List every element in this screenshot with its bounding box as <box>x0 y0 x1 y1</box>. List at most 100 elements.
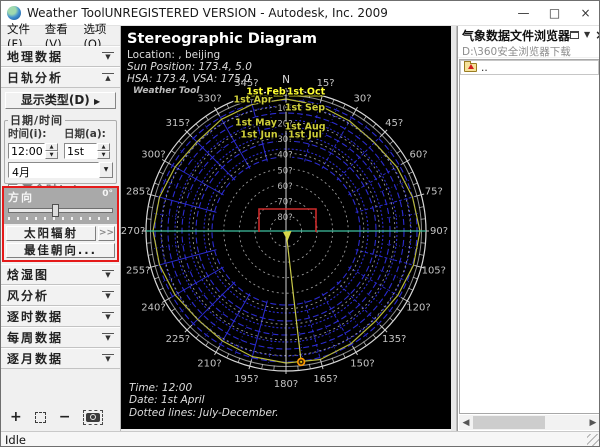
altitude-label: 40? <box>277 151 292 161</box>
month-label: 1st Jul <box>288 130 322 141</box>
azimuth-label: 315? <box>166 118 190 129</box>
section-label: 风分析 <box>7 289 49 303</box>
azimuth-label: 135? <box>382 334 406 345</box>
file-list[interactable]: .. <box>459 59 600 414</box>
maximize-button[interactable]: □ <box>539 1 570 26</box>
section-monthly-data[interactable]: ▼ 逐月数据 <box>1 348 120 369</box>
section-weekly-data[interactable]: ▼ 每周数据 <box>1 327 120 348</box>
azimuth-label: 300? <box>141 150 165 161</box>
azimuth-label: 270? <box>121 226 145 237</box>
month-label: 1st Jun <box>240 130 277 141</box>
azimuth-label: 90? <box>430 226 448 237</box>
panel-close-icon[interactable]: × <box>595 29 600 41</box>
zoom-in-icon[interactable]: + <box>10 410 22 424</box>
orientation-value: 0° <box>102 189 113 205</box>
time-stepper[interactable]: 12:00 ▲▼ <box>8 143 58 159</box>
display-type-label: 显示类型(D) <box>21 93 90 107</box>
diagram-hsa-vsa: HSA: 173.4, VSA: 175.0 <box>127 73 317 85</box>
time-value[interactable]: 12:00 <box>8 143 45 159</box>
browser-path: D:\360安全浏览器下载 <box>458 44 600 58</box>
sun-arrow <box>283 231 292 241</box>
section-label: 焓湿图 <box>7 268 49 282</box>
diagram-title: Stereographic Diagram <box>127 31 317 47</box>
scroll-right-icon[interactable]: ▶ <box>586 418 600 428</box>
menu-bar: 文件(F) 查看(V) 选项(O) <box>1 26 120 46</box>
screenshot-camera-icon[interactable] <box>83 410 103 425</box>
orientation-highlight-box: 方向 0° 太阳辐射 >> 最佳朝向... <box>2 186 119 262</box>
section-sun-path-analysis[interactable]: ▲ 日轨分析 <box>1 67 120 88</box>
list-item-parent-dir[interactable]: .. <box>460 60 599 75</box>
altitude-label: 70? <box>277 197 292 207</box>
scrollbar-thumb[interactable] <box>473 416 545 429</box>
resize-grip[interactable] <box>587 434 600 447</box>
right-arrow-icon: ▶ <box>94 97 100 106</box>
section-label: 地理数据 <box>7 50 63 64</box>
diagram-header: Stereographic Diagram Location: , beijin… <box>127 31 317 96</box>
azimuth-label: 120? <box>406 303 430 314</box>
section-label: 日轨分析 <box>7 71 63 85</box>
status-bar: Idle <box>1 431 600 447</box>
zoom-out-icon[interactable]: − <box>59 410 71 424</box>
display-type-button[interactable]: 显示类型(D) ▶ <box>5 92 116 109</box>
section-hourly-data[interactable]: ▼ 逐时数据 <box>1 306 120 327</box>
chevron-down-icon[interactable]: ▼ <box>584 31 590 39</box>
section-wind-analysis[interactable]: ▼ 风分析 <box>1 285 120 306</box>
date-value[interactable]: 1st <box>64 143 97 159</box>
window-content: 文件(F) 查看(V) 选项(O) ▼ 地理数据 ▲ 日轨分析 显示类型(D) … <box>1 26 600 431</box>
collapse-icon: ▼ <box>102 52 114 62</box>
app-icon <box>7 6 21 20</box>
slider-thumb[interactable] <box>52 204 59 217</box>
collapse-icon: ▼ <box>102 333 114 343</box>
best-orientation-button[interactable]: 最佳朝向... <box>6 243 115 258</box>
orientation-slider[interactable] <box>8 208 113 213</box>
panel-title: 气象数据文件浏览器 <box>462 27 570 44</box>
footer-time: Time: 12:00 <box>129 382 279 395</box>
azimuth-label: 105? <box>422 266 446 277</box>
azimuth-label: 60? <box>409 150 427 161</box>
weather-file-browser-panel: 气象数据文件浏览器 ▼ × D:\360安全浏览器下载 .. ◀ ▶ <box>457 26 600 431</box>
date-up-icon[interactable]: ▲ <box>97 143 110 151</box>
diagram-location: Location: , beijing <box>127 49 317 61</box>
zoom-toolbar: + − <box>1 405 120 429</box>
scroll-left-icon[interactable]: ◀ <box>459 418 473 428</box>
close-button[interactable]: × <box>570 1 600 26</box>
azimuth-label: 45? <box>385 118 403 129</box>
window-title: Weather ToolUNREGISTERED VERSION - Autod… <box>27 6 388 20</box>
sun-direction-line <box>286 231 301 362</box>
chevron-down-icon[interactable]: ▼ <box>99 162 113 178</box>
section-label: 每周数据 <box>7 331 63 345</box>
date-down-icon[interactable]: ▼ <box>97 151 110 159</box>
section-label: 逐月数据 <box>7 352 63 366</box>
slider-ticks <box>8 217 113 220</box>
month-label: 1st Sep <box>285 103 325 114</box>
time-up-icon[interactable]: ▲ <box>45 143 58 151</box>
zoom-extents-icon[interactable] <box>35 412 46 423</box>
date-time-group: 日期/时间 时间(i): 日期(a): 12:00 ▲▼ 1st ▲▼ <box>4 112 117 184</box>
app-window: Weather ToolUNREGISTERED VERSION - Autod… <box>0 0 600 447</box>
date-label: 日期(a): <box>64 126 106 141</box>
diagram-sun-position: Sun Position: 173.4, 5.0 <box>127 61 317 73</box>
expand-button[interactable]: >> <box>98 226 115 241</box>
item-label: .. <box>481 62 488 74</box>
azimuth-label: 150? <box>350 359 374 370</box>
solar-radiation-button[interactable]: 太阳辐射 <box>6 226 96 241</box>
float-window-icon[interactable] <box>570 31 579 39</box>
month-value: 4月 <box>8 162 99 178</box>
stereographic-diagram-area[interactable]: 10?20?30?40?50?60?70?80?N15?30?45?60?75?… <box>121 26 451 429</box>
minimize-button[interactable]: — <box>508 1 539 26</box>
azimuth-label: 30? <box>353 93 371 104</box>
time-down-icon[interactable]: ▼ <box>45 151 58 159</box>
section-psychrometric-chart[interactable]: ▼ 焓湿图 <box>1 264 120 285</box>
date-stepper[interactable]: 1st ▲▼ <box>64 143 110 159</box>
month-dropdown[interactable]: 4月 ▼ <box>8 162 113 178</box>
azimuth-label: 240? <box>141 303 165 314</box>
collapse-icon: ▼ <box>102 291 114 301</box>
horizontal-scrollbar[interactable]: ◀ ▶ <box>459 415 600 430</box>
azimuth-label: 225? <box>166 334 190 345</box>
section-geographic-data[interactable]: ▼ 地理数据 <box>1 46 120 67</box>
collapse-icon: ▼ <box>102 354 114 364</box>
folder-up-icon <box>464 63 477 72</box>
time-label: 时间(i): <box>8 126 64 141</box>
azimuth-label: 165? <box>313 374 337 385</box>
status-text: Idle <box>5 433 26 447</box>
